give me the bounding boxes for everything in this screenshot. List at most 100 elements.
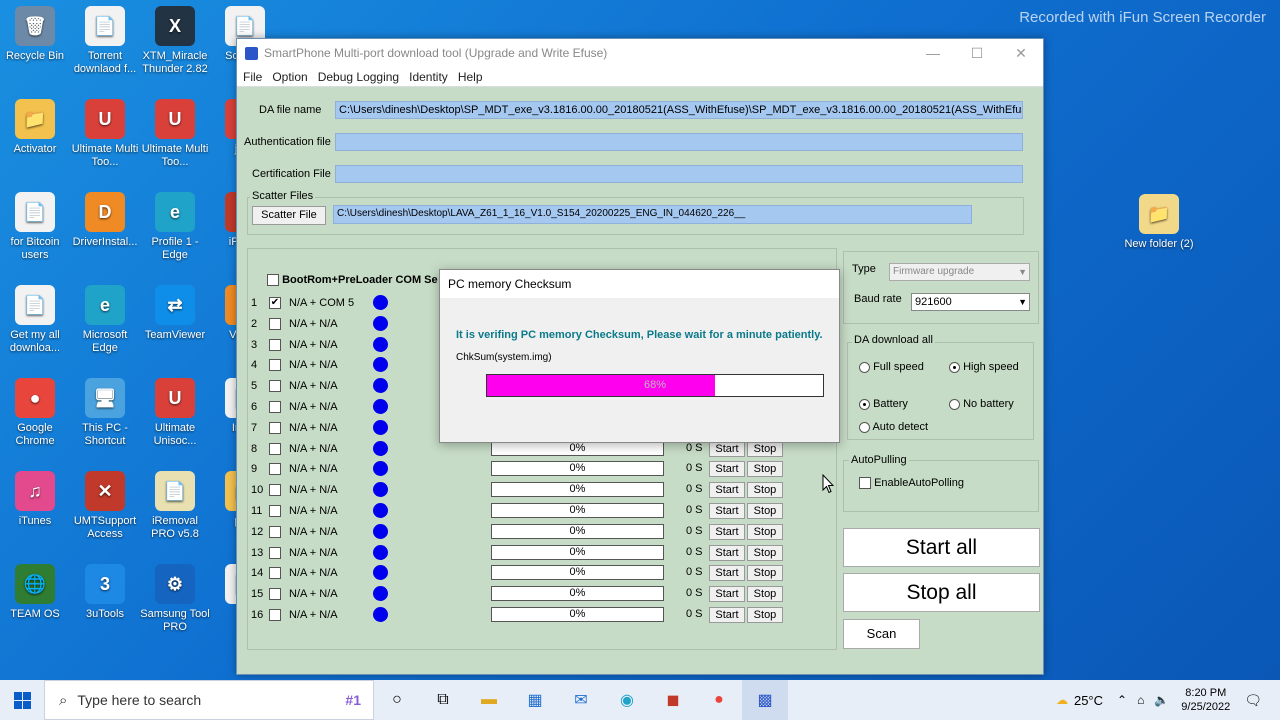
menu-debug-logging[interactable]: Debug Logging — [318, 70, 407, 84]
start-button[interactable] — [0, 680, 44, 720]
taskbar-search-box[interactable]: ⌕ Type here to search #1 — [44, 680, 374, 720]
network-icon[interactable]: ⌂ — [1137, 693, 1144, 707]
port-checkbox[interactable] — [269, 525, 281, 538]
desktop-icon[interactable]: ⚙ Samsung Tool PRO — [140, 564, 210, 634]
select-all-checkbox[interactable] — [267, 274, 279, 287]
stop-all-button[interactable]: Stop all — [843, 573, 1040, 612]
menu-help[interactable]: Help — [458, 70, 491, 84]
desktop-icon[interactable]: e Microsoft Edge — [70, 285, 140, 355]
no-battery-radio[interactable]: No battery — [949, 398, 1014, 410]
desktop-icon[interactable]: 📄 iRemoval PRO v5.8 — [140, 471, 210, 541]
port-start-button[interactable]: Start — [709, 523, 745, 540]
port-start-button[interactable]: Start — [709, 544, 745, 561]
port-stop-button[interactable]: Stop — [747, 461, 783, 478]
weather-temp[interactable]: 25°C — [1074, 693, 1103, 708]
baud-rate-select[interactable]: 921600 ▼ — [911, 293, 1030, 311]
store-icon[interactable]: ▦ — [512, 680, 558, 720]
type-select[interactable]: Firmware upgrade ▼ — [889, 263, 1030, 281]
notification-icon[interactable]: 🗨 — [1244, 692, 1262, 709]
port-checkbox[interactable] — [269, 484, 281, 497]
port-checkbox[interactable]: ✔ — [269, 297, 281, 310]
desktop-icon[interactable]: 🌐 TEAM OS — [0, 564, 70, 621]
battery-radio[interactable]: Battery — [859, 398, 908, 410]
desktop-icon[interactable]: 📁 New folder (2) — [1124, 194, 1194, 251]
volume-icon[interactable]: 🔈 — [1154, 693, 1169, 707]
port-checkbox[interactable] — [269, 338, 281, 351]
desktop-icon[interactable]: ♫ iTunes — [0, 471, 70, 528]
menu-option[interactable]: Option — [272, 70, 315, 84]
desktop-icon[interactable]: e Profile 1 - Edge — [140, 192, 210, 262]
port-checkbox[interactable] — [269, 463, 281, 476]
enable-autopolling-checkbox[interactable]: EnableAutoPolling — [859, 477, 964, 490]
maximize-icon[interactable]: ☐ — [955, 45, 999, 62]
desktop-icon[interactable]: 📄 Torrent downlaod f... — [70, 6, 140, 76]
port-checkbox[interactable] — [269, 401, 281, 414]
port-stop-button[interactable]: Stop — [747, 586, 783, 603]
port-start-button[interactable]: Start — [709, 586, 745, 603]
port-checkbox[interactable] — [269, 567, 281, 580]
scan-button[interactable]: Scan — [843, 619, 920, 649]
desktop-icon[interactable]: 🖥 This PC - Shortcut — [70, 378, 140, 448]
edge-icon[interactable]: ◉ — [604, 680, 650, 720]
port-stop-button[interactable]: Stop — [747, 565, 783, 582]
port-checkbox[interactable] — [269, 317, 281, 330]
minimize-icon[interactable]: — — [911, 45, 955, 62]
cortana-icon[interactable]: ○ — [374, 680, 420, 720]
da-file-field[interactable]: C:\Users\dinesh\Desktop\SP_MDT_exe_v3.18… — [335, 101, 1023, 119]
desktop-icon[interactable]: 🗑 Recycle Bin — [0, 6, 70, 63]
port-start-button[interactable]: Start — [709, 503, 745, 519]
desktop-icon[interactable]: ⇄ TeamViewer — [140, 285, 210, 342]
port-checkbox[interactable] — [269, 380, 281, 393]
port-row: 13 N/A + N/A — [251, 544, 381, 562]
port-stop-button[interactable]: Stop — [747, 523, 783, 540]
port-checkbox[interactable] — [269, 505, 281, 518]
port-stop-button[interactable]: Stop — [747, 482, 783, 499]
desktop-icon[interactable]: 📄 for Bitcoin users — [0, 192, 70, 262]
port-stop-button[interactable]: Stop — [747, 544, 783, 561]
port-stop-button[interactable]: Stop — [747, 607, 783, 623]
desktop-icon[interactable]: ✕ UMTSupport Access — [70, 471, 140, 541]
port-start-button[interactable]: Start — [709, 607, 745, 623]
desktop-icon[interactable]: U Ultimate Unisoc... — [140, 378, 210, 448]
task-view-icon[interactable]: ⧉ — [420, 680, 466, 720]
scatter-file-button[interactable]: Scatter File — [252, 206, 326, 225]
full-speed-radio[interactable]: Full speed — [859, 361, 924, 373]
chrome-icon[interactable]: ● — [696, 680, 742, 720]
desktop-icon[interactable]: 📄 Get my all downloa... — [0, 285, 70, 355]
port-checkbox[interactable] — [269, 609, 281, 622]
port-checkbox[interactable] — [269, 588, 281, 601]
cert-file-field[interactable] — [335, 165, 1023, 183]
desktop-icon[interactable]: 📁 Activator — [0, 99, 70, 156]
chevron-up-icon[interactable]: ⌃ — [1117, 693, 1127, 707]
file-explorer-icon[interactable]: ▬ — [466, 680, 512, 720]
recorder-icon[interactable]: ◼ — [650, 680, 696, 720]
desktop-icon[interactable]: ● Google Chrome — [0, 378, 70, 448]
mail-icon[interactable]: ✉ — [558, 680, 604, 720]
high-speed-radio[interactable]: High speed — [949, 361, 1019, 373]
port-start-button[interactable]: Start — [709, 482, 745, 499]
desktop-icon[interactable]: U Ultimate Multi Too... — [140, 99, 210, 169]
clock[interactable]: 8:20 PM 9/25/2022 — [1181, 686, 1230, 714]
desktop-icon[interactable]: 3 3uTools — [70, 564, 140, 621]
port-checkbox[interactable] — [269, 546, 281, 559]
app-shortcut-icon: ✕ — [85, 471, 125, 511]
auto-detect-radio[interactable]: Auto detect — [859, 421, 928, 433]
weather-icon[interactable]: ☁ — [1056, 693, 1068, 707]
port-start-button[interactable]: Start — [709, 461, 745, 478]
port-checkbox[interactable] — [269, 421, 281, 434]
close-icon[interactable]: ✕ — [999, 45, 1043, 62]
port-start-button[interactable]: Start — [709, 565, 745, 582]
app-shortcut-icon: ● — [15, 378, 55, 418]
desktop-icon[interactable]: U Ultimate Multi Too... — [70, 99, 140, 169]
port-checkbox[interactable] — [269, 359, 281, 372]
menu-file[interactable]: File — [243, 70, 270, 84]
port-stop-button[interactable]: Stop — [747, 503, 783, 519]
menu-identity[interactable]: Identity — [409, 70, 456, 84]
sp-mdt-icon[interactable]: ▩ — [742, 680, 788, 720]
auth-file-field[interactable] — [335, 133, 1023, 151]
start-all-button[interactable]: Start all — [843, 528, 1040, 567]
desktop-icon[interactable]: D DriverInstal... — [70, 192, 140, 249]
desktop-icon[interactable]: X XTM_Miracle Thunder 2.82 — [140, 6, 210, 76]
port-checkbox[interactable] — [269, 442, 281, 455]
scatter-file-field[interactable]: C:\Users\dinesh\Desktop\LAVA_Z61_1_16_V1… — [333, 205, 972, 224]
